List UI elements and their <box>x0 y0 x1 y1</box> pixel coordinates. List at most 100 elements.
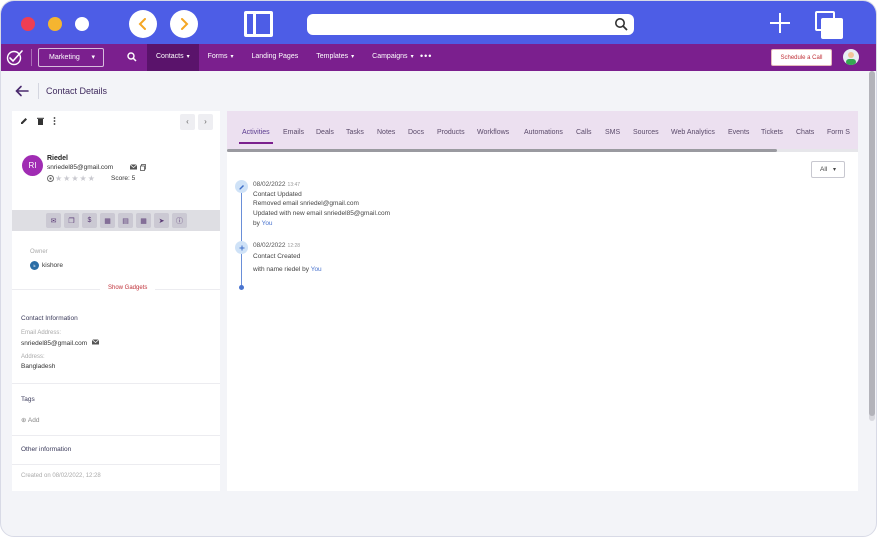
tab-sms[interactable]: SMS <box>605 129 620 136</box>
tab-form-submissions[interactable]: Form S <box>827 129 850 136</box>
tab-tickets[interactable]: Tickets <box>761 129 783 136</box>
tab-tasks[interactable]: Tasks <box>346 129 364 136</box>
edit-pencil-icon[interactable] <box>20 117 28 125</box>
star-icon[interactable]: ★ <box>55 174 62 183</box>
app-header: Marketing ▾ Contacts ▾ Forms ▾ Landing Pag… <box>1 44 876 71</box>
nav-landing-pages[interactable]: Landing Pages <box>243 44 308 71</box>
nav-forms[interactable]: Forms ▾ <box>199 44 243 71</box>
other-info-heading[interactable]: Other information <box>21 446 71 453</box>
show-gadgets-button[interactable]: Show Gadgets <box>100 283 156 293</box>
user-avatar[interactable] <box>843 49 859 65</box>
tab-products[interactable]: Products <box>437 129 465 136</box>
owner-name[interactable]: kishore <box>42 262 63 269</box>
email-value-text[interactable]: snriedel85@gmail.com <box>21 340 87 347</box>
nav-campaigns[interactable]: Campaigns ▾ <box>363 44 422 71</box>
tab-notes[interactable]: Notes <box>377 129 395 136</box>
contact-info-heading: Contact Information <box>21 315 78 322</box>
back-arrow-icon[interactable] <box>15 85 29 97</box>
rating-stars[interactable]: ★ ★ ★ ★ ★ <box>47 174 95 183</box>
chevron-down-icon: ▾ <box>186 54 190 60</box>
scrollbar-thumb[interactable] <box>227 149 777 152</box>
workspace-label: Marketing <box>49 54 80 61</box>
new-tab-icon[interactable] <box>770 13 790 33</box>
more-vertical-icon[interactable] <box>53 117 56 125</box>
activity-time: 12:28 <box>287 243 301 249</box>
at-sign-icon <box>47 175 54 182</box>
tab-events[interactable]: Events <box>728 129 749 136</box>
send-email-button[interactable]: ✉ <box>46 213 61 228</box>
close-window-button[interactable] <box>21 17 35 31</box>
browser-forward-button[interactable] <box>170 10 198 38</box>
browser-toolbar <box>1 1 876 44</box>
search-icon[interactable] <box>127 52 137 62</box>
add-deal-button[interactable]: $ <box>82 213 97 228</box>
tab-chats[interactable]: Chats <box>796 129 814 136</box>
tab-sources[interactable]: Sources <box>633 129 659 136</box>
scrollbar-thumb[interactable] <box>869 71 875 416</box>
mail-icon[interactable] <box>130 164 137 170</box>
app-logo-icon[interactable] <box>6 49 24 66</box>
search-icon <box>615 18 628 31</box>
add-task-button[interactable]: ▦ <box>100 213 115 228</box>
tab-web-analytics[interactable]: Web Analytics <box>671 129 715 136</box>
minimize-window-button[interactable] <box>48 17 62 31</box>
activity-author-link[interactable]: You <box>262 220 273 227</box>
contact-email[interactable]: snriedel85@gmail.com <box>47 164 113 171</box>
star-icon[interactable]: ★ <box>71 174 78 183</box>
tab-automations[interactable]: Automations <box>524 129 563 136</box>
maximize-window-button[interactable] <box>75 17 89 31</box>
pencil-icon <box>239 184 244 189</box>
copy-button[interactable]: ❐ <box>64 213 79 228</box>
chevron-down-icon: ▾ <box>91 54 95 61</box>
add-note-button[interactable]: ▤ <box>118 213 133 228</box>
activity-time: 13:47 <box>287 182 301 188</box>
trash-icon[interactable] <box>37 117 44 125</box>
tab-activities[interactable]: Activities <box>242 129 270 136</box>
contact-score: Score: 5 <box>111 175 136 182</box>
tab-emails[interactable]: Emails <box>283 129 304 136</box>
activity-author-link[interactable]: You <box>311 266 322 273</box>
timeline-line <box>241 188 242 288</box>
page-header: Contact Details <box>1 71 876 111</box>
previous-contact-button[interactable]: ‹ <box>180 114 195 130</box>
mail-icon: ✉ <box>50 217 57 225</box>
tabs-overview-icon[interactable] <box>815 11 845 39</box>
next-contact-button[interactable]: › <box>198 114 213 130</box>
add-event-button[interactable]: ▦ <box>136 213 151 228</box>
chevron-left-icon: ‹ <box>186 117 189 126</box>
page-scrollbar[interactable] <box>869 71 875 421</box>
workspace-selector[interactable]: Marketing ▾ <box>38 48 104 67</box>
copy-icon: ❐ <box>68 217 75 225</box>
nav-templates[interactable]: Templates ▾ <box>307 44 363 71</box>
schedule-call-button[interactable]: Schedule a Call <box>771 49 832 66</box>
divider <box>12 464 220 465</box>
browser-back-button[interactable] <box>129 10 157 38</box>
star-icon[interactable]: ★ <box>88 174 95 183</box>
activity-author-prefix: by <box>253 220 260 227</box>
chevron-down-icon: ▾ <box>230 54 234 60</box>
more-menu-icon[interactable]: ••• <box>420 51 432 61</box>
created-on-text: Created on 08/02/2022, 12:28 <box>21 473 101 479</box>
star-icon[interactable]: ★ <box>80 174 87 183</box>
tab-calls[interactable]: Calls <box>576 129 592 136</box>
address-bar[interactable] <box>307 14 634 35</box>
mail-icon[interactable] <box>91 339 100 345</box>
star-icon[interactable]: ★ <box>63 174 70 183</box>
tab-workflows[interactable]: Workflows <box>477 129 509 136</box>
tabs-scrollbar[interactable] <box>227 149 858 152</box>
tab-docs[interactable]: Docs <box>408 129 424 136</box>
timeline-marker <box>235 180 248 193</box>
plus-icon <box>239 245 244 250</box>
activity-filter-select[interactable]: All ▾ <box>811 161 845 178</box>
send-button[interactable]: ➤ <box>154 213 169 228</box>
contact-action-bar: ✉ ❐ $ ▦ ▤ ▦ ➤ ⓘ <box>12 210 220 231</box>
nav-contacts[interactable]: Contacts ▾ <box>147 44 199 71</box>
contact-tabs: Activities Emails Deals Tasks Notes Docs… <box>227 111 858 149</box>
sidebar-toggle-icon[interactable] <box>244 11 273 37</box>
copy-icon[interactable] <box>140 164 146 171</box>
page-title: Contact Details <box>46 86 108 96</box>
info-button[interactable]: ⓘ <box>172 213 187 228</box>
add-tag-button[interactable]: ⊕ Add <box>21 416 39 424</box>
tab-deals[interactable]: Deals <box>316 129 334 136</box>
chevron-right-icon: › <box>204 117 207 126</box>
